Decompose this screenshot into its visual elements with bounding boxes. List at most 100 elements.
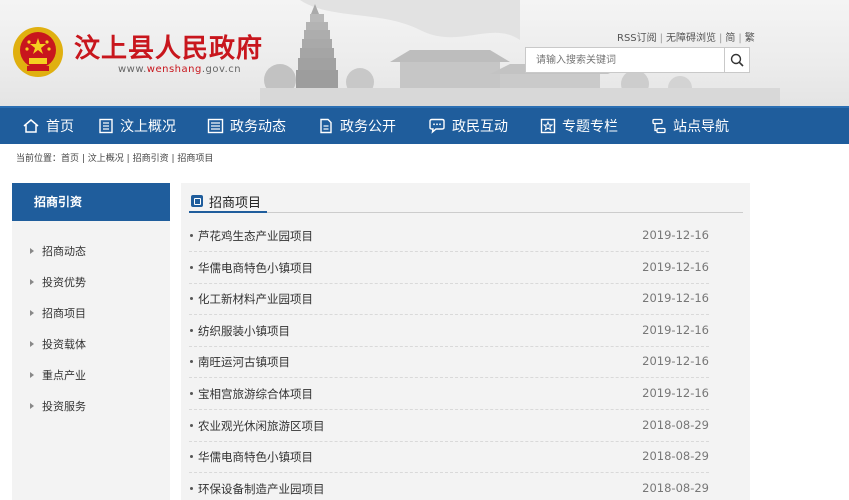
list-item[interactable]: 农业观光休闲旅游区项目 2018-08-29 — [189, 411, 709, 442]
list-item-title[interactable]: 宝相宫旅游综合体项目 — [198, 386, 313, 402]
sidebar-item-label: 投资服务 — [42, 400, 86, 413]
search-button[interactable] — [724, 48, 749, 72]
sidebar-item-label: 投资载体 — [42, 338, 86, 351]
link-separator: | — [719, 33, 723, 44]
list-item[interactable]: 环保设备制造产业园项目 2018-08-29 — [189, 474, 709, 500]
caret-right-icon — [30, 279, 34, 285]
breadcrumb-investment[interactable]: 招商引资 — [133, 154, 169, 164]
nav-item-public[interactable]: 政务公开 — [318, 108, 396, 144]
nav-item-label: 站点导航 — [673, 119, 729, 135]
search-icon — [730, 53, 744, 67]
bullet-icon — [190, 487, 193, 490]
home-icon — [23, 119, 39, 133]
list-item-title[interactable]: 农业观光休闲旅游区项目 — [198, 418, 325, 434]
nav-item-label: 政务公开 — [340, 119, 396, 135]
search-input[interactable] — [526, 48, 725, 72]
star-icon — [540, 118, 556, 134]
bullet-icon — [190, 297, 193, 300]
sidebar-item-label: 招商项目 — [42, 307, 86, 320]
bullet-icon — [190, 234, 193, 237]
panel-divider — [189, 212, 743, 213]
nav-item-overview[interactable]: 汶上概况 — [98, 108, 176, 144]
simplified-chinese-link[interactable]: 简 — [725, 33, 735, 44]
nav-item-interaction[interactable]: 政民互动 — [428, 108, 508, 144]
sidebar-item-label: 重点产业 — [42, 369, 86, 382]
sidebar-item-key-industries[interactable]: 重点产业 — [12, 365, 170, 385]
list-item-title[interactable]: 环保设备制造产业园项目 — [198, 481, 325, 497]
traditional-chinese-link[interactable]: 繁 — [745, 33, 755, 44]
file-icon — [320, 118, 332, 134]
panel-divider-accent — [189, 211, 267, 213]
breadcrumb-separator: | — [123, 154, 133, 164]
sidebar-heading[interactable]: 招商引资 — [12, 183, 170, 221]
nav-item-label: 首页 — [46, 119, 74, 135]
list-item-title[interactable]: 芦花鸡生态产业园项目 — [198, 228, 313, 244]
nav-item-topics[interactable]: 专题专栏 — [540, 108, 618, 144]
list-item-date: 2019-12-16 — [642, 386, 709, 400]
caret-right-icon — [30, 248, 34, 254]
sidebar-item-investment-projects[interactable]: 招商项目 — [12, 303, 170, 323]
list-item-title[interactable]: 纺织服装小镇项目 — [198, 323, 290, 339]
list-item[interactable]: 芦花鸡生态产业园项目 2019-12-16 — [189, 221, 709, 252]
accessibility-link[interactable]: 无障碍浏览 — [666, 33, 716, 44]
site-url-prefix: www. — [118, 64, 147, 75]
site-url: www.wenshang.gov.cn — [118, 64, 241, 75]
sidebar-item-label: 投资优势 — [42, 276, 86, 289]
sidebar-item-investment-advantages[interactable]: 投资优势 — [12, 272, 170, 292]
site-url-brand: wenshang — [146, 64, 202, 75]
nav-item-label: 政务动态 — [230, 119, 286, 135]
list-item-title[interactable]: 华儒电商特色小镇项目 — [198, 260, 313, 276]
site-title[interactable]: 汶上县人民政府 — [74, 28, 263, 65]
news-list-icon — [207, 118, 224, 134]
list-item[interactable]: 华儒电商特色小镇项目 2018-08-29 — [189, 442, 709, 473]
caret-right-icon — [30, 372, 34, 378]
nav-item-label: 专题专栏 — [562, 119, 618, 135]
panel-title: 招商项目 — [191, 189, 261, 213]
breadcrumb-current[interactable]: 招商项目 — [177, 154, 213, 164]
list-item-date: 2019-12-16 — [642, 228, 709, 242]
rss-link[interactable]: RSS订阅 — [617, 33, 657, 44]
bullet-icon — [190, 392, 193, 395]
list-item-date: 2019-12-16 — [642, 260, 709, 274]
nav-item-home[interactable]: 首页 — [22, 108, 74, 144]
link-separator: | — [659, 33, 664, 44]
sidebar-item-investment-carriers[interactable]: 投资载体 — [12, 334, 170, 354]
sidebar-item-investment-news[interactable]: 招商动态 — [12, 241, 170, 261]
list-item-date: 2019-12-16 — [642, 354, 709, 368]
search-box — [525, 47, 750, 73]
nav-item-news[interactable]: 政务动态 — [207, 108, 286, 144]
breadcrumb-home[interactable]: 首页 — [61, 154, 79, 164]
list-item-date: 2019-12-16 — [642, 323, 709, 337]
sitemap-icon — [652, 118, 666, 134]
national-emblem-icon — [13, 27, 63, 77]
bullet-icon — [190, 266, 193, 269]
main-nav: 首页 汶上概况 政务动态 政务公开 政民互动 专题专栏 站点导航 — [0, 106, 849, 144]
list-item[interactable]: 纺织服装小镇项目 2019-12-16 — [189, 316, 709, 347]
site-header: 汶上县人民政府 www.wenshang.gov.cn RSS订阅 | 无障碍浏览 |… — [0, 0, 849, 106]
list-item-title[interactable]: 华儒电商特色小镇项目 — [198, 449, 313, 465]
nav-item-sitemap[interactable]: 站点导航 — [651, 108, 729, 144]
sidebar-item-label: 招商动态 — [42, 245, 86, 258]
caret-right-icon — [30, 341, 34, 347]
chat-icon — [429, 118, 445, 134]
bullet-icon — [190, 455, 193, 458]
list-item-date: 2018-08-29 — [642, 481, 709, 495]
breadcrumb: 当前位置：首页 | 汶上概况 | 招商引资 | 招商项目 — [16, 151, 213, 164]
caret-right-icon — [30, 403, 34, 409]
list-item-title[interactable]: 化工新材料产业园项目 — [198, 291, 313, 307]
link-separator: | — [738, 33, 742, 44]
list-item-date: 2018-08-29 — [642, 449, 709, 463]
breadcrumb-separator: | — [79, 154, 88, 164]
list-item[interactable]: 化工新材料产业园项目 2019-12-16 — [189, 284, 709, 315]
panel-title-text: 招商项目 — [209, 195, 262, 211]
sidebar-item-investment-services[interactable]: 投资服务 — [12, 396, 170, 416]
nav-item-label: 政民互动 — [452, 119, 508, 135]
list-item[interactable]: 宝相宫旅游综合体项目 2019-12-16 — [189, 379, 709, 410]
list-item[interactable]: 华儒电商特色小镇项目 2019-12-16 — [189, 253, 709, 284]
list-item-title[interactable]: 南旺运河古镇项目 — [198, 354, 290, 370]
bullet-icon — [190, 329, 193, 332]
breadcrumb-overview[interactable]: 汶上概况 — [88, 154, 124, 164]
list-item[interactable]: 南旺运河古镇项目 2019-12-16 — [189, 347, 709, 378]
main-panel: 招商项目 芦花鸡生态产业园项目 2019-12-16 华儒电商特色小镇项目 2019… — [181, 183, 750, 500]
bullet-icon — [190, 360, 193, 363]
